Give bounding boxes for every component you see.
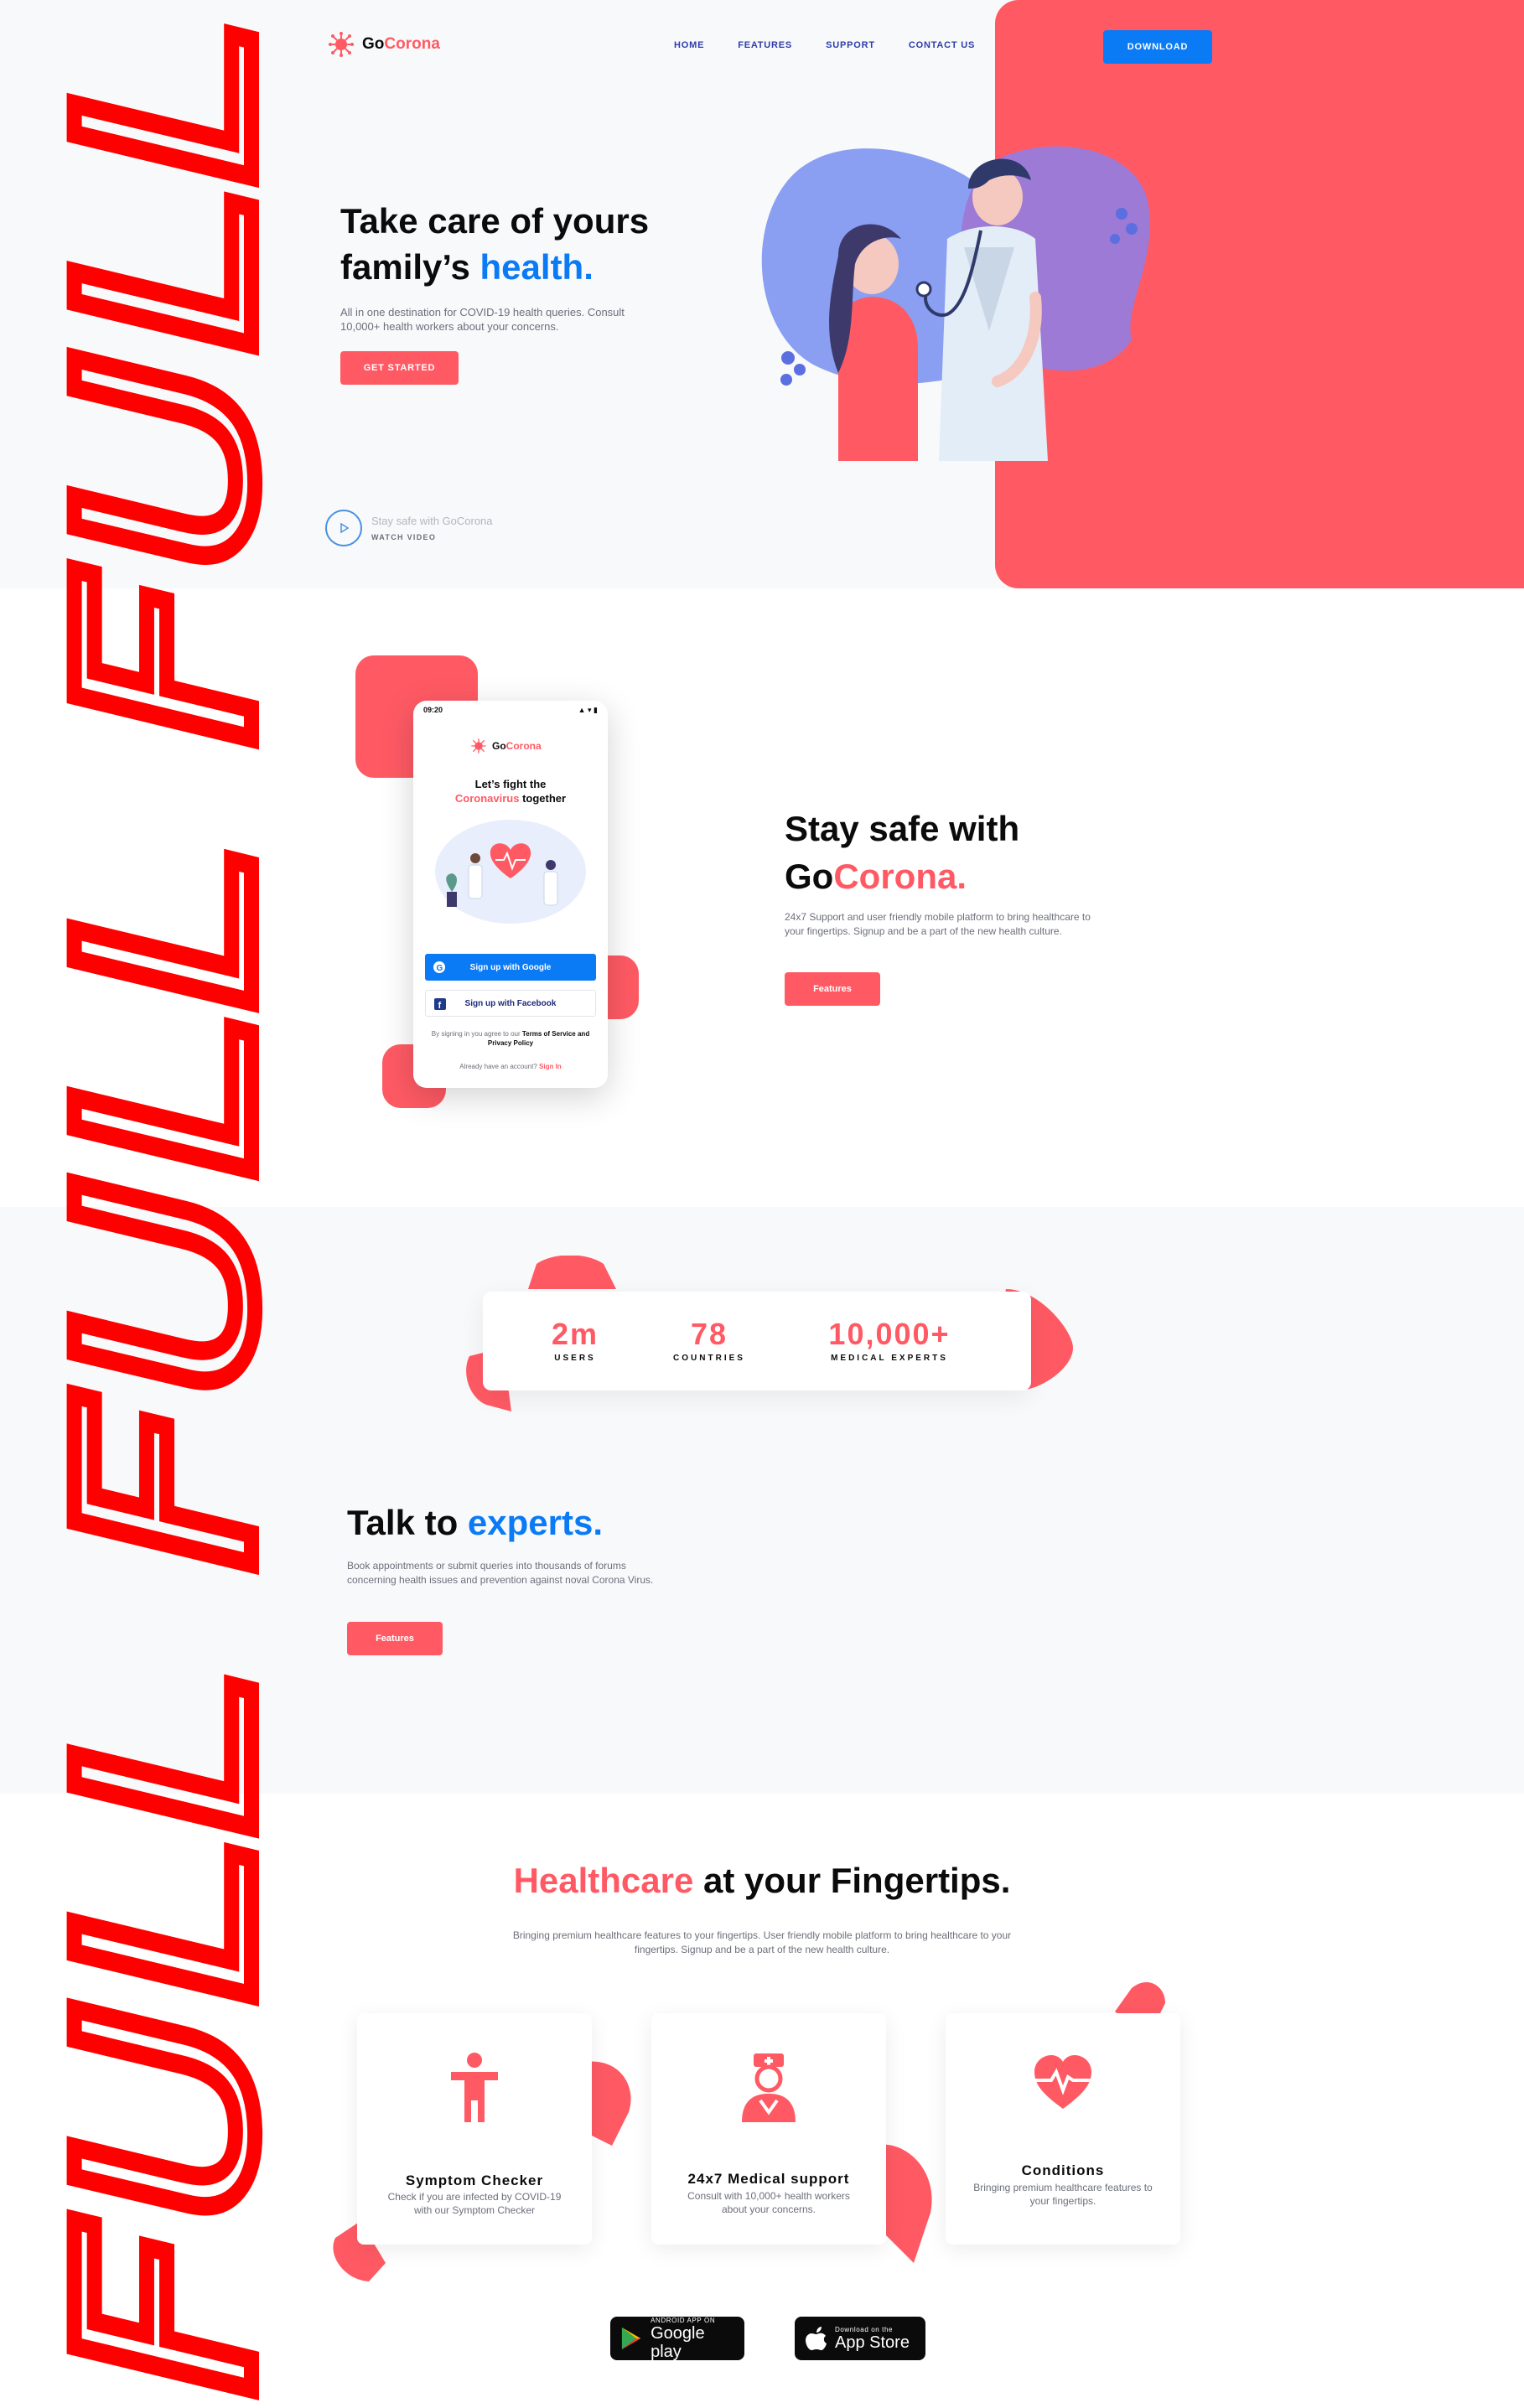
phone-title-highlight: Coronavirus: [454, 792, 520, 805]
logo-go: Go: [362, 35, 385, 53]
app-store-button[interactable]: Download on the App Store: [795, 2317, 925, 2360]
stat-value: 10,000+: [828, 1317, 951, 1351]
phone-title-rest: together: [519, 792, 567, 805]
stat-label: MEDICAL EXPERTS: [831, 1354, 948, 1363]
hero-title-highlight: health.: [479, 247, 594, 287]
watch-video-label[interactable]: WATCH VIDEO: [371, 533, 436, 541]
play-icon: [340, 522, 350, 534]
section2-title-corona: Corona.: [833, 857, 967, 896]
heartbeat-icon: [946, 2050, 1180, 2126]
phone-signin: Already have an account? Sign In: [413, 1063, 608, 1070]
logo[interactable]: GoCorona: [329, 32, 440, 57]
phone-logo-corona: Corona: [505, 740, 542, 752]
apple-icon: [806, 2327, 827, 2350]
google-play-small: ANDROID APP ON: [651, 2316, 716, 2324]
section3-title-pre: Talk to: [347, 1503, 468, 1542]
feature-card-medical-support[interactable]: 24x7 Medical support Consult with 10,000…: [651, 2013, 886, 2245]
section2-title: Stay safe with GoCorona.: [785, 805, 1019, 900]
section3-subtitle: Book appointments or submit queries into…: [347, 1560, 654, 1586]
feature-card-symptom-checker[interactable]: Symptom Checker Check if you are infecte…: [357, 2013, 592, 2245]
hero-title: Take care of yours family’s health.: [340, 198, 776, 290]
doctors-illustration: [435, 820, 586, 924]
get-started-button[interactable]: GET STARTED: [340, 351, 459, 385]
nurse-icon: [651, 2050, 886, 2126]
feature-card-desc: Consult with 10,000+ health workers abou…: [687, 2190, 850, 2215]
download-button[interactable]: DOWNLOAD: [1103, 30, 1212, 64]
section3-title: Talk to experts.: [347, 1503, 603, 1543]
app-store-big: App Store: [835, 2333, 910, 2352]
stat-value: 78: [690, 1317, 728, 1351]
terms-prefix: By signing in you agree to our: [431, 1030, 522, 1038]
section3-features-button[interactable]: Features: [347, 1622, 443, 1655]
sign-up-facebook-button[interactable]: f Sign up with Facebook: [425, 990, 596, 1017]
phone-time: 09:20: [423, 706, 443, 714]
google-icon: G: [433, 961, 445, 973]
nav-support[interactable]: SUPPORT: [826, 40, 875, 50]
hero-title-line1: Take care of yours: [340, 201, 650, 241]
app-store-small: Download on the: [835, 2325, 894, 2333]
feature-card-title: Conditions: [1021, 2162, 1105, 2178]
svg-text:f: f: [438, 1001, 442, 1010]
nav-contact[interactable]: CONTACT US: [909, 40, 975, 50]
google-play-icon: [621, 2327, 641, 2350]
phone-title-line1: Let’s fight the: [474, 778, 547, 790]
section2-title-line1: Stay safe with: [785, 809, 1020, 848]
phone-title: Let’s fight the Coronavirus together: [413, 777, 608, 805]
phone-mockup: 09:20 ▲ ▾ ▮ GoCorona Let’s fight the Cor…: [413, 701, 608, 1088]
feature-card-conditions[interactable]: Conditions Bringing premium healthcare f…: [946, 2013, 1180, 2245]
section4-title-rest: at your Fingertips.: [693, 1861, 1011, 1900]
top-nav: HOME FEATURES SUPPORT CONTACT US: [674, 40, 1008, 50]
virus-icon: [329, 32, 354, 57]
nav-home[interactable]: HOME: [674, 40, 704, 50]
play-video-button[interactable]: [325, 510, 362, 546]
section3-title-highlight: experts.: [467, 1503, 603, 1542]
feature-card-desc: Bringing premium healthcare features to …: [973, 2182, 1153, 2207]
stats-card: 2m USERS 78 COUNTRIES 10,000+ MEDICAL EX…: [483, 1292, 1031, 1390]
section4-subtitle: Bringing premium healthcare features to …: [512, 1929, 1012, 1955]
section2-features-button[interactable]: Features: [785, 972, 880, 1006]
stat-medical-experts: 10,000+ MEDICAL EXPERTS: [793, 1317, 986, 1363]
google-button-label: Sign up with Google: [469, 962, 552, 972]
svg-text:G: G: [437, 964, 443, 973]
stat-countries: 78 COUNTRIES: [651, 1317, 768, 1363]
hero-title-line2: family’s: [340, 247, 480, 287]
watch-video-title: Stay safe with GoCorona: [371, 515, 493, 527]
signin-prefix: Already have an account?: [459, 1063, 540, 1070]
section2-subtitle: 24x7 Support and user friendly mobile pl…: [785, 911, 1091, 937]
doctor-patient-illustration: [761, 146, 1150, 461]
section4-title: Healthcare at your Fingertips.: [0, 1861, 1524, 1901]
google-play-button[interactable]: ANDROID APP ON Google play: [610, 2316, 744, 2361]
virus-icon: [471, 738, 486, 753]
phone-status-icons: ▲ ▾ ▮: [578, 706, 598, 714]
phone-logo: GoCorona: [470, 738, 542, 754]
facebook-icon: f: [434, 998, 446, 1010]
signin-link[interactable]: Sign In: [539, 1063, 562, 1070]
feature-card-title: Symptom Checker: [405, 2172, 544, 2188]
google-play-big: Google play: [651, 2323, 705, 2361]
stat-label: USERS: [554, 1354, 596, 1363]
section4-title-highlight: Healthcare: [513, 1861, 694, 1900]
facebook-button-label: Sign up with Facebook: [464, 998, 557, 1008]
hero-subtitle: All in one destination for COVID-19 heal…: [340, 306, 625, 333]
sign-up-google-button[interactable]: G Sign up with Google: [425, 954, 596, 981]
person-icon: [357, 2050, 592, 2126]
phone-terms: By signing in you agree to our Terms of …: [430, 1029, 591, 1048]
logo-corona: Corona: [384, 35, 440, 53]
section2-title-go: Go: [785, 857, 834, 896]
feature-card-title: 24x7 Medical support: [687, 2171, 850, 2187]
stat-users: 2m USERS: [533, 1317, 617, 1363]
phone-logo-go: Go: [492, 740, 506, 752]
nav-features[interactable]: FEATURES: [738, 40, 792, 50]
stat-label: COUNTRIES: [673, 1354, 745, 1363]
stat-value: 2m: [551, 1317, 599, 1351]
feature-card-desc: Check if you are infected by COVID-19 wi…: [387, 2191, 562, 2216]
